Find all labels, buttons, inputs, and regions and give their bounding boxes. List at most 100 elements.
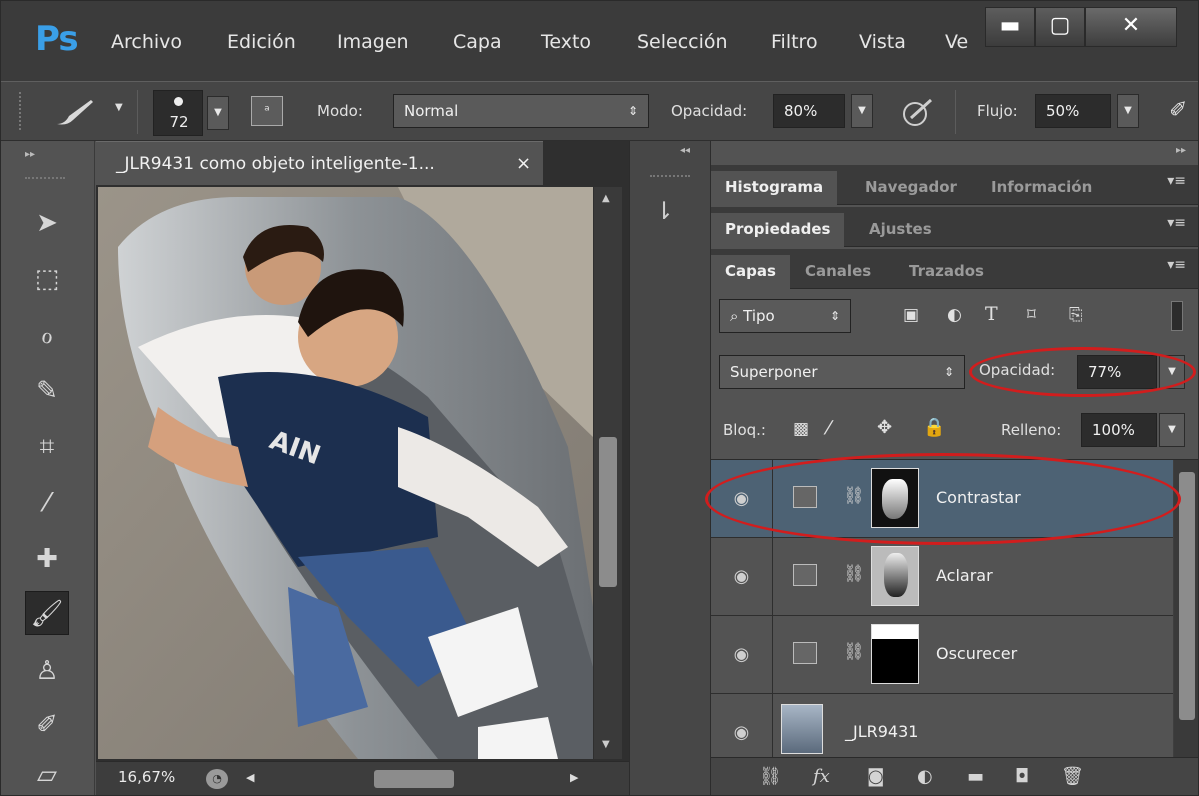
menu-vista[interactable]: Vista [859, 31, 906, 53]
brush-preset-dropdown-icon[interactable]: ▼ [115, 102, 123, 113]
close-document-icon[interactable]: × [516, 142, 531, 186]
scroll-left-icon[interactable]: ◀ [246, 771, 254, 784]
grip-handle[interactable] [650, 175, 690, 177]
tab-propiedades[interactable]: Propiedades [711, 213, 845, 247]
vertical-scrollbar[interactable]: ▲ ▼ [594, 187, 622, 759]
brush-tool-icon[interactable]: 🖌 [25, 591, 69, 635]
flow-dropdown-icon[interactable]: ▼ [1117, 94, 1139, 128]
layer-row[interactable]: ◉ ⛓ Oscurecer [711, 616, 1173, 694]
menu-seleccion[interactable]: Selección [637, 31, 728, 53]
layer-row[interactable]: ◉ ⛓ Aclarar [711, 538, 1173, 616]
minimize-button[interactable]: ▬ [985, 7, 1035, 47]
tab-ajustes[interactable]: Ajustes [855, 213, 946, 247]
filter-pixel-icon[interactable]: ▣ [903, 305, 919, 325]
filter-smart-object-icon[interactable]: ⎘ [1069, 305, 1083, 325]
layer-opacity-input[interactable]: 77% [1077, 355, 1157, 389]
vertical-scroll-thumb[interactable] [599, 437, 617, 587]
fx-icon[interactable]: fx [813, 766, 830, 787]
link-layers-icon[interactable]: ⛓ [759, 766, 782, 787]
mode-select[interactable]: Normal ⇕ [393, 94, 649, 128]
menu-imagen[interactable]: Imagen [337, 31, 409, 53]
chain-link-icon[interactable]: ⛓ [843, 642, 865, 662]
menu-archivo[interactable]: Archivo [111, 31, 182, 53]
canvas-photo[interactable]: AIN [98, 187, 593, 759]
menu-edicion[interactable]: Edición [227, 31, 296, 53]
layer-name[interactable]: Aclarar [936, 566, 993, 585]
adjustment-layer-icon[interactable]: ◐ [917, 766, 933, 787]
history-brush-tool-icon[interactable]: ✐ [25, 703, 69, 747]
scroll-up-icon[interactable]: ▲ [602, 193, 610, 204]
expand-dock-icon[interactable]: ◂◂ [680, 145, 690, 156]
tab-informacion[interactable]: Información [977, 171, 1106, 205]
layers-scroll-thumb[interactable] [1179, 472, 1195, 720]
layer-filter-select[interactable]: ⌕ Tipo ⇕ [719, 299, 851, 333]
opacity-input[interactable]: 80% [773, 94, 845, 128]
panel-menu-icon[interactable]: ▾≡ [1167, 173, 1186, 189]
tab-navegador[interactable]: Navegador [851, 171, 971, 205]
stamp-tool-icon[interactable]: ♙ [25, 649, 69, 693]
folder-icon[interactable]: ▬ [967, 766, 984, 787]
chain-link-icon[interactable]: ⛓ [843, 486, 865, 506]
healing-brush-tool-icon[interactable]: ✚ [25, 537, 69, 581]
status-info-icon[interactable]: ◔ [206, 769, 228, 789]
lock-position-icon[interactable]: ✥ [877, 417, 892, 438]
opacity-dropdown-icon[interactable]: ▼ [851, 94, 873, 128]
history-panel-icon[interactable]: ⇂ [654, 197, 674, 225]
grip-handle[interactable] [19, 92, 25, 130]
tab-histograma[interactable]: Histograma [711, 171, 838, 205]
layer-mask-thumbnail[interactable] [871, 468, 919, 528]
layer-row[interactable]: ◉ _JLR9431 [711, 694, 1173, 757]
lock-image-brush-icon[interactable]: ⁄ [827, 417, 830, 439]
lock-transparent-icon[interactable]: ▩ [793, 419, 809, 439]
brush-size-picker[interactable]: 72 [153, 90, 203, 136]
blend-mode-select[interactable]: Superponer ⇕ [719, 355, 965, 389]
layer-row[interactable]: ◉ ⛓ Contrastar [711, 460, 1173, 538]
move-tool-icon[interactable]: ➤ [25, 201, 69, 245]
new-layer-icon[interactable]: ◘ [1015, 766, 1029, 787]
quick-selection-tool-icon[interactable]: ✎ [25, 369, 69, 413]
eraser-tool-icon[interactable]: ▱ [25, 753, 69, 795]
crop-tool-icon[interactable]: ⌗ [25, 425, 69, 469]
eye-icon[interactable]: ◉ [711, 538, 773, 615]
document-tab[interactable]: _JLR9431 como objeto inteligente-1... × [96, 141, 543, 185]
layer-opacity-dropdown-icon[interactable]: ▼ [1159, 355, 1185, 389]
flow-input[interactable]: 50% [1035, 94, 1111, 128]
horizontal-scroll-thumb[interactable] [374, 770, 454, 788]
menu-texto[interactable]: Texto [541, 31, 591, 53]
filter-adjustment-icon[interactable]: ◐ [947, 305, 962, 325]
chain-link-icon[interactable]: ⛓ [843, 564, 865, 584]
tab-trazados[interactable]: Trazados [895, 255, 998, 289]
scroll-right-icon[interactable]: ▶ [570, 771, 578, 784]
fill-input[interactable]: 100% [1081, 413, 1157, 447]
mask-icon[interactable]: ◙ [867, 766, 884, 787]
layer-mask-thumbnail[interactable] [871, 624, 919, 684]
tablet-pressure-opacity-icon[interactable] [901, 96, 935, 128]
brush-preset-icon[interactable] [51, 96, 97, 128]
filter-shape-icon[interactable]: ⌑ [1027, 305, 1036, 325]
tab-canales[interactable]: Canales [791, 255, 885, 289]
maximize-button[interactable]: ▢ [1035, 7, 1085, 47]
layer-name[interactable]: Contrastar [936, 488, 1021, 507]
layer-thumbnail[interactable] [781, 704, 823, 754]
brush-panel-toggle-icon[interactable]: ᵃ [251, 96, 283, 126]
layer-name[interactable]: Oscurecer [936, 644, 1017, 663]
lasso-tool-icon[interactable]: ℴ [25, 313, 69, 357]
scroll-down-icon[interactable]: ▼ [602, 739, 610, 750]
layer-name[interactable]: _JLR9431 [845, 722, 918, 741]
panel-menu-icon[interactable]: ▾≡ [1167, 257, 1186, 273]
marquee-tool-icon[interactable]: ⬚ [25, 257, 69, 301]
eye-icon[interactable]: ◉ [711, 694, 773, 757]
collapse-panels-icon[interactable]: ▸▸ [1176, 145, 1186, 156]
menu-filtro[interactable]: Filtro [771, 31, 818, 53]
trash-icon[interactable]: 🗑 [1061, 766, 1084, 787]
zoom-level[interactable]: 16,67% [118, 768, 175, 786]
filter-toggle-switch[interactable] [1171, 301, 1183, 331]
grip-handle[interactable] [25, 177, 65, 179]
menu-capa[interactable]: Capa [453, 31, 502, 53]
menu-ventana[interactable]: Ve [945, 31, 968, 53]
panel-menu-icon[interactable]: ▾≡ [1167, 215, 1186, 231]
tab-capas[interactable]: Capas [711, 255, 790, 289]
lock-all-icon[interactable]: 🔒 [923, 417, 945, 438]
layer-mask-thumbnail[interactable] [871, 546, 919, 606]
filter-type-icon[interactable]: T [985, 303, 998, 325]
